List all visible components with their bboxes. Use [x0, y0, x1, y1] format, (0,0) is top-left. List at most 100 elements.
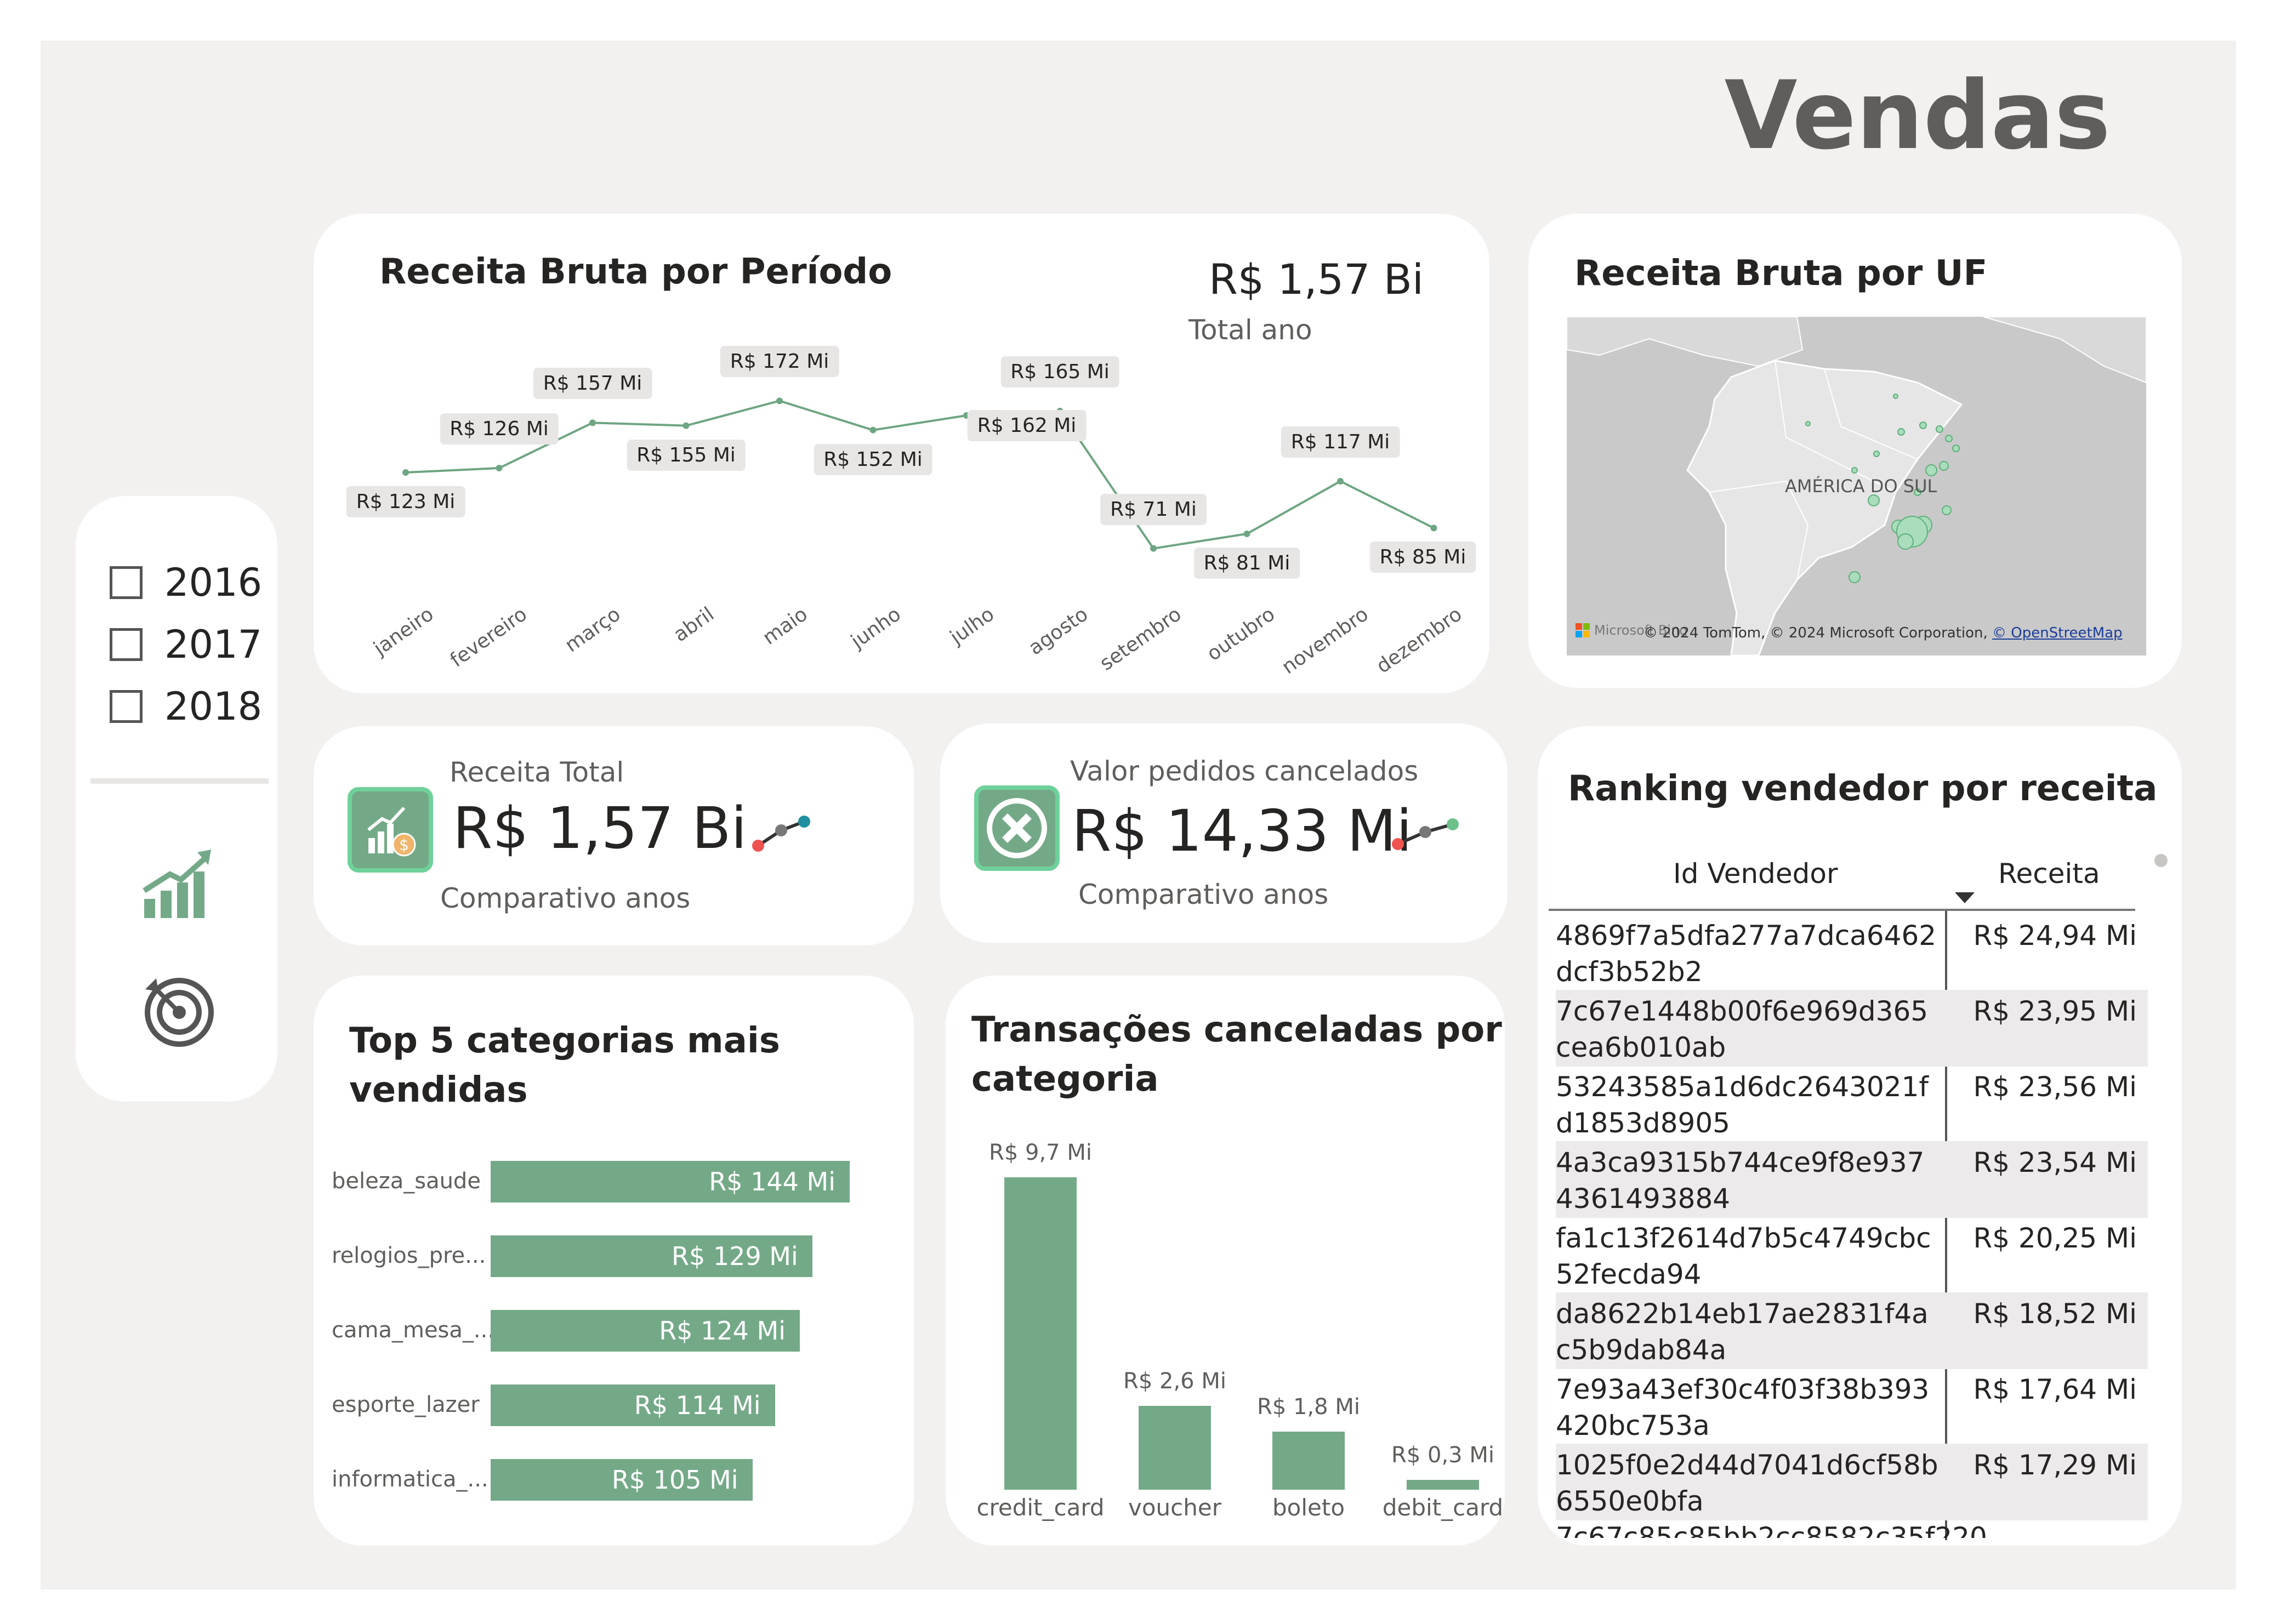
data-point-outubro[interactable] — [1243, 531, 1250, 537]
year-filter-2018[interactable]: 2018 — [110, 684, 262, 729]
canceled-title-line2: categoria — [971, 1058, 1159, 1099]
ranking-title: Ranking vendedor por receita — [1568, 768, 2158, 809]
column-bar[interactable] — [1272, 1432, 1345, 1490]
seller-id-cell: 7c67e1448b00f6e969d365cea6b010ab — [1556, 995, 1929, 1063]
year-filter-2017[interactable]: 2017 — [110, 622, 262, 667]
category-label: esporte_lazer — [332, 1392, 480, 1417]
checkbox-2017[interactable] — [110, 628, 143, 661]
data-point-junho[interactable] — [869, 426, 877, 434]
cancel-x-icon — [974, 785, 1060, 871]
table-row[interactable]: 7c67e1448b00f6e969d365cea6b010ab R$ 23,95… — [1556, 990, 2148, 1067]
year-label: 2018 — [164, 684, 263, 729]
seller-id-cell: da8622b14eb17ae2831f4ac5b9dab84a — [1556, 1298, 1929, 1366]
column-bar[interactable] — [1004, 1177, 1077, 1490]
category-bar[interactable]: R$ 114 Mi — [491, 1384, 775, 1426]
category-bar[interactable]: R$ 144 Mi — [491, 1161, 850, 1203]
growth-chart-icon[interactable] — [140, 844, 217, 921]
data-point-novembro[interactable] — [1337, 478, 1344, 485]
data-point-janeiro[interactable] — [402, 469, 409, 476]
column-value-label: R$ 2,6 Mi — [1123, 1369, 1226, 1394]
revenue-by-uf-title: Receita Bruta por UF — [1574, 253, 1988, 294]
table-row[interactable]: 53243585a1d6dc2643021fd1853d8905 R$ 23,56… — [1556, 1065, 2148, 1142]
canceled-title-line1: Transações canceladas por — [971, 1010, 1502, 1050]
data-point-dezembro[interactable] — [1430, 525, 1437, 532]
map-region-label: AMÉRICA DO SUL — [1785, 476, 1937, 497]
openstreetmap-link[interactable]: © OpenStreetMap — [1992, 625, 2123, 641]
data-label: R$ 162 Mi — [967, 410, 1087, 441]
column-value-label: R$ 1,8 Mi — [1257, 1394, 1360, 1420]
table-row[interactable]: da8622b14eb17ae2831f4ac5b9dab84a R$ 18,52… — [1556, 1292, 2148, 1369]
attribution-text: © 2024 TomTom, © 2024 Microsoft Corporat… — [1643, 625, 1988, 641]
data-label: R$ 123 Mi — [346, 486, 465, 517]
target-icon[interactable] — [140, 973, 217, 1050]
data-label: R$ 117 Mi — [1281, 426, 1400, 458]
table-header-divider — [1549, 909, 2135, 911]
checkbox-2016[interactable] — [110, 566, 143, 599]
bar-value-label: R$ 144 Mi — [709, 1167, 835, 1196]
column-category-label: boleto — [1272, 1494, 1345, 1521]
top5-title: Top 5 categorias mais vendidas — [349, 1017, 780, 1115]
revenue-cell: R$ 23,54 Mi — [1973, 1147, 2137, 1178]
top5-title-line2: vendidas — [349, 1069, 528, 1110]
kpi-canceled-sparkline — [1392, 818, 1459, 850]
seller-id-cell: 53243585a1d6dc2643021fd1853d8905 — [1556, 1071, 1929, 1139]
table-row[interactable]: 4869f7a5dfa277a7dca6462dcf3b52b2 R$ 24,94… — [1556, 914, 2148, 991]
bar-value-label: R$ 124 Mi — [659, 1316, 786, 1346]
column-value-label: R$ 9,7 Mi — [989, 1140, 1092, 1165]
data-point-março[interactable] — [589, 419, 596, 426]
brazil-map[interactable]: AMÉRICA DO SUL Microsoft Bing © 2024 Tom… — [1567, 317, 2146, 656]
year-filter-2016[interactable]: 2016 — [110, 560, 262, 605]
data-label: R$ 172 Mi — [720, 346, 839, 378]
category-bar[interactable]: R$ 129 Mi — [491, 1235, 812, 1277]
checkbox-2018[interactable] — [110, 690, 143, 723]
data-label: R$ 81 Mi — [1193, 548, 1300, 579]
revenue-cell: R$ 24,94 Mi — [1973, 920, 2137, 951]
svg-text:$: $ — [399, 836, 409, 854]
canceled-title: Transações canceladas por categoria — [971, 1006, 1502, 1104]
data-label: R$ 126 Mi — [440, 413, 559, 445]
revenue-chart-icon: $ — [348, 787, 433, 873]
top5-title-line1: Top 5 categorias mais — [349, 1021, 780, 1061]
column-bar[interactable] — [1139, 1406, 1211, 1490]
kpi-revenue-caption: Receita Total — [450, 756, 624, 788]
bar-value-label: R$ 114 Mi — [634, 1391, 761, 1420]
sort-desc-icon[interactable] — [1955, 892, 1975, 903]
column-header-revenue[interactable]: Receita — [1998, 858, 2100, 890]
column-category-label: voucher — [1128, 1494, 1221, 1521]
table-row[interactable]: 7e93a43ef30c4f03f38b393420bc753a R$ 17,64… — [1556, 1368, 2148, 1445]
data-label: R$ 71 Mi — [1100, 493, 1207, 525]
kpi-revenue-footer: Comparativo anos — [440, 882, 691, 914]
kpi-revenue-sparkline — [752, 816, 810, 852]
table-scrollbar[interactable] — [2154, 854, 2168, 867]
filter-divider — [90, 778, 269, 784]
category-label: informatica_... — [332, 1467, 488, 1492]
column-header-id[interactable]: Id Vendedor — [1673, 858, 1838, 890]
seller-id-cell: 4a3ca9315b744ce9f8e9374361493884 — [1556, 1147, 1925, 1215]
category-bar[interactable]: R$ 124 Mi — [491, 1310, 800, 1352]
revenue-cell: R$ 18,52 Mi — [1973, 1298, 2137, 1330]
bar-value-label: R$ 105 Mi — [611, 1465, 738, 1495]
kpi-canceled-caption: Valor pedidos cancelados — [1070, 755, 1419, 787]
bing-logo-mark — [1576, 623, 1590, 637]
revenue-cell: R$ 23,95 Mi — [1973, 995, 2137, 1027]
column-value-label: R$ 0,3 Mi — [1391, 1443, 1494, 1468]
data-point-maio[interactable] — [776, 397, 783, 404]
data-label: R$ 85 Mi — [1369, 542, 1476, 573]
table-row[interactable]: 1025f0e2d44d7041d6cf58b6550e0bfa R$ 17,29… — [1556, 1444, 2148, 1520]
column-bar[interactable] — [1407, 1480, 1479, 1490]
category-bar[interactable]: R$ 105 Mi — [491, 1459, 753, 1501]
category-label: relogios_pre... — [332, 1243, 486, 1268]
data-point-abril[interactable] — [682, 422, 690, 429]
kpi-canceled-value: R$ 14,33 Mi — [1072, 797, 1412, 864]
seller-id-cell: 7e93a43ef30c4f03f38b393420bc753a — [1556, 1374, 1930, 1441]
data-point-fevereiro[interactable] — [496, 465, 503, 471]
data-point-setembro[interactable] — [1150, 545, 1157, 552]
column-category-label: debit_card — [1382, 1494, 1504, 1521]
revenue-cell: R$ 17,29 Mi — [1973, 1449, 2137, 1481]
kpi-canceled-footer: Comparativo anos — [1078, 879, 1329, 910]
year-label: 2017 — [164, 622, 263, 667]
data-label: R$ 152 Mi — [814, 443, 932, 475]
data-label: R$ 165 Mi — [1000, 356, 1119, 388]
table-row[interactable]: fa1c13f2614d7b5c4749cbc52fecda94 R$ 20,25… — [1556, 1217, 2148, 1293]
table-row[interactable]: 4a3ca9315b744ce9f8e9374361493884 R$ 23,54… — [1556, 1141, 2148, 1218]
